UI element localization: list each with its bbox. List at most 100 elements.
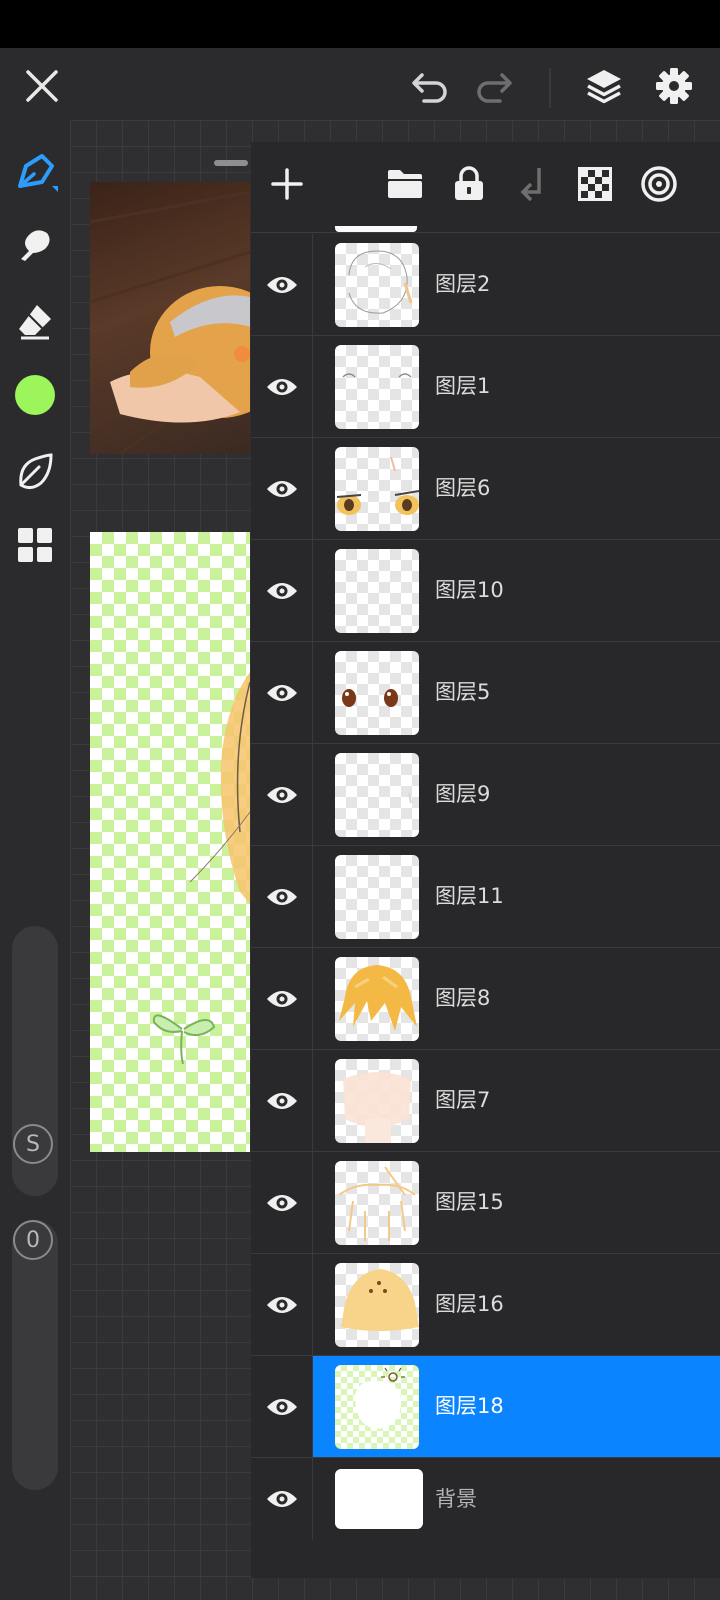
folder-icon <box>386 168 424 200</box>
eye-icon <box>266 274 298 296</box>
brush-opacity-slider[interactable]: 0 <box>12 1220 58 1490</box>
layer-thumbnail <box>335 651 419 735</box>
blend-mode-button[interactable] <box>637 162 681 206</box>
settings-icon <box>655 67 693 105</box>
layer-row-1[interactable]: 图层1 <box>251 336 720 438</box>
layer-name: 图层5 <box>435 680 491 704</box>
eye-icon <box>266 478 298 500</box>
visibility-toggle[interactable] <box>251 540 313 641</box>
layer-name: 图层7 <box>435 1088 491 1112</box>
layer-thumbnail <box>335 957 419 1041</box>
eye-icon <box>266 376 298 398</box>
layer-thumbnail <box>335 1365 419 1449</box>
smudge-tool[interactable] <box>10 220 60 270</box>
blend-mode-icon <box>641 166 677 202</box>
undo-icon <box>410 69 450 103</box>
add-layer-button[interactable] <box>265 162 309 206</box>
layer-row-16[interactable]: 图层16 <box>251 1254 720 1356</box>
visibility-toggle[interactable] <box>251 846 313 947</box>
add-folder-button[interactable] <box>383 162 427 206</box>
visibility-toggle[interactable] <box>251 948 313 1049</box>
visibility-toggle[interactable] <box>251 336 313 437</box>
visibility-toggle[interactable] <box>251 234 313 335</box>
layer-row-5[interactable]: 图层5 <box>251 642 720 744</box>
top-bar <box>0 48 720 120</box>
color-swatch[interactable] <box>10 370 60 420</box>
eye-icon <box>266 1192 298 1214</box>
undo-button[interactable] <box>406 62 454 110</box>
layer-thumbnail <box>335 1263 419 1347</box>
layer-row-18[interactable]: 图层18 <box>251 1356 720 1458</box>
layer-row-9[interactable]: 图层9 <box>251 744 720 846</box>
eye-icon <box>266 580 298 602</box>
top-divider <box>549 68 551 108</box>
lock-icon <box>452 166 486 202</box>
layer-name: 图层9 <box>435 782 491 806</box>
brush-tool-icon <box>12 150 58 196</box>
eye-icon <box>266 682 298 704</box>
layer-thumbnail <box>335 855 419 939</box>
layer-thumbnail <box>335 1059 419 1143</box>
visibility-toggle[interactable] <box>251 1050 313 1151</box>
visibility-toggle[interactable] <box>251 1356 313 1457</box>
layer-name: 图层18 <box>435 1394 504 1418</box>
layers-icon <box>584 67 624 105</box>
merge-down-icon <box>517 166 549 202</box>
layer-transparency-button[interactable] <box>573 162 617 206</box>
eye-icon <box>266 1396 298 1418</box>
layers-button[interactable] <box>580 62 628 110</box>
layer-row-background[interactable]: 背景 <box>251 1458 720 1560</box>
more-tools[interactable] <box>10 520 60 570</box>
visibility-toggle[interactable] <box>251 1458 313 1540</box>
layer-thumbnail <box>335 243 419 327</box>
visibility-toggle[interactable] <box>251 438 313 539</box>
eye-icon <box>266 988 298 1010</box>
visibility-toggle[interactable] <box>251 642 313 743</box>
layer-name: 图层8 <box>435 986 491 1010</box>
visibility-toggle[interactable] <box>251 1152 313 1253</box>
opacity-slider-badge: 0 <box>13 1220 53 1260</box>
add-layer-icon <box>270 167 304 201</box>
reference-sheet[interactable] <box>90 532 250 1152</box>
layer-row-2[interactable]: 图层2 <box>251 234 720 336</box>
visibility-toggle[interactable] <box>251 1254 313 1355</box>
redo-icon <box>474 69 514 103</box>
left-toolbar: S 0 <box>0 120 70 1600</box>
eye-icon <box>266 1488 298 1510</box>
brush-tool[interactable] <box>10 148 60 198</box>
layer-name: 图层6 <box>435 476 491 500</box>
eraser-tool[interactable] <box>10 296 60 346</box>
redo-button[interactable] <box>470 62 518 110</box>
layer-row-15[interactable]: 图层15 <box>251 1152 720 1254</box>
brush-size-slider[interactable]: S <box>12 926 58 1196</box>
layer-row-7[interactable]: 图层7 <box>251 1050 720 1152</box>
status-bar <box>0 0 720 48</box>
grid-menu-icon <box>16 526 54 564</box>
smudge-tool-icon <box>15 225 55 265</box>
close-button[interactable] <box>18 62 66 110</box>
settings-button[interactable] <box>650 62 698 110</box>
close-icon <box>25 69 59 103</box>
layer-thumbnail <box>335 1161 419 1245</box>
layer-thumbnail <box>335 549 419 633</box>
layers-panel: 图层2 图层1 图层6 图层10 图层5 图层9 图层11 图层8 图层7 图层… <box>251 142 720 1578</box>
reference-image[interactable] <box>90 182 250 454</box>
reference-drag-handle[interactable] <box>214 160 248 166</box>
layer-row-11[interactable]: 图层11 <box>251 846 720 948</box>
eraser-tool-icon <box>15 301 55 341</box>
stabilizer-tool[interactable] <box>10 446 60 496</box>
eye-icon <box>266 1294 298 1316</box>
visibility-toggle[interactable] <box>251 744 313 845</box>
merge-down-button[interactable] <box>511 162 555 206</box>
layer-row-6[interactable]: 图层6 <box>251 438 720 540</box>
transparency-icon <box>578 167 612 201</box>
layer-thumbnail <box>335 447 419 531</box>
layer-name: 图层1 <box>435 374 491 398</box>
lock-layer-button[interactable] <box>447 162 491 206</box>
eye-icon <box>266 886 298 908</box>
layer-name: 背景 <box>435 1487 477 1511</box>
layer-name: 图层11 <box>435 884 504 908</box>
layer-row-10[interactable]: 图层10 <box>251 540 720 642</box>
layer-name: 图层10 <box>435 578 504 602</box>
layer-row-8[interactable]: 图层8 <box>251 948 720 1050</box>
